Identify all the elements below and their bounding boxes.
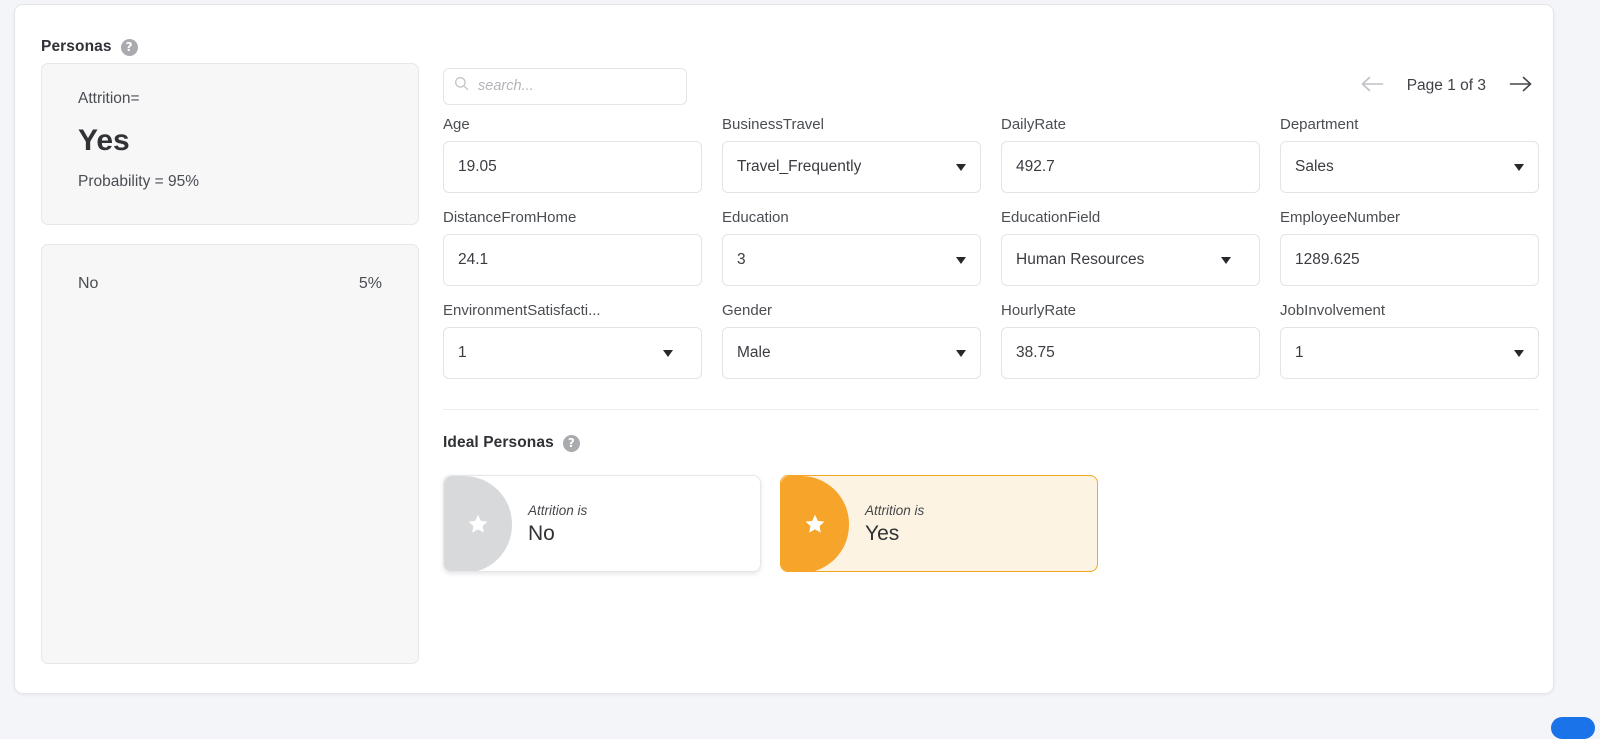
field-value: Male (737, 344, 771, 361)
arrow-left-icon[interactable] (1360, 75, 1385, 98)
persona-secondary-label: No (78, 275, 99, 292)
field-value: 3 (737, 251, 746, 268)
field-value: 1 (458, 344, 467, 361)
section-divider (443, 409, 1539, 410)
field-employeenumber: EmployeeNumber 1289.625 (1280, 209, 1539, 286)
field-hourlyrate: HourlyRate 38.75 (1001, 302, 1260, 379)
field-value: Sales (1295, 158, 1334, 175)
star-icon (805, 514, 825, 533)
ideal-personas-title: Ideal Personas (443, 434, 554, 451)
attribute-field-grid: Age 19.05 BusinessTravel Travel_Frequently D… (443, 116, 1539, 379)
field-input[interactable]: 24.1 (443, 234, 702, 286)
field-select[interactable]: 1 (1280, 327, 1539, 379)
field-dailyrate: DailyRate 492.7 (1001, 116, 1260, 193)
field-education: Education 3 (722, 209, 981, 286)
help-circle-icon[interactable]: ? (562, 434, 580, 452)
field-select[interactable]: 3 (722, 234, 981, 286)
ideal-persona-kicker: Attrition is (528, 503, 588, 518)
field-distancefromhome: DistanceFromHome 24.1 (443, 209, 702, 286)
ideal-persona-text: Attrition is Yes (865, 503, 924, 544)
page-title: Personas (41, 38, 112, 55)
persona-detail-column: Page 1 of 3 Age 19.05 BusinessTravel Travel… (443, 63, 1539, 572)
field-input[interactable]: 19.05 (443, 141, 702, 193)
chevron-down-icon (956, 349, 966, 357)
field-input[interactable]: 1289.625 (1280, 234, 1539, 286)
star-badge (781, 476, 849, 571)
field-label: Department (1280, 116, 1359, 133)
personas-section-header: Personas ? (41, 38, 138, 56)
persona-secondary-percent: 5% (358, 275, 382, 292)
field-select[interactable]: Travel_Frequently (722, 141, 981, 193)
search-input[interactable] (478, 78, 676, 94)
field-age: Age 19.05 (443, 116, 702, 193)
field-label: Gender (722, 302, 773, 319)
field-jobinvolvement: JobInvolvement 1 (1280, 302, 1539, 379)
persona-summary-column: Attrition= Yes Probability = 95% No 5% (41, 63, 419, 664)
field-value: 19.05 (458, 158, 497, 175)
arrow-right-icon[interactable] (1508, 75, 1533, 98)
field-label: DistanceFromHome (443, 209, 577, 226)
ideal-persona-value: Yes (865, 522, 900, 545)
ideal-persona-text: Attrition is No (528, 503, 587, 544)
field-educationfield: EducationField Human Resources (1001, 209, 1260, 286)
chevron-down-icon (1514, 163, 1524, 171)
chevron-down-icon (956, 256, 966, 264)
chevron-down-icon (663, 349, 673, 357)
ideal-personas-list: Attrition is No Attrition is Yes (443, 475, 1539, 572)
toolbar: Page 1 of 3 (443, 63, 1539, 109)
ideal-personas-section-header: Ideal Personas ? (443, 434, 1539, 452)
field-select[interactable]: Sales (1280, 141, 1539, 193)
field-value: 1 (1295, 344, 1304, 361)
field-value: 1289.625 (1295, 251, 1360, 268)
star-icon (468, 514, 488, 533)
field-department: Department Sales (1280, 116, 1539, 193)
persona-primary-card[interactable]: Attrition= Yes Probability = 95% (41, 63, 419, 225)
field-select[interactable]: Human Resources (1001, 234, 1260, 286)
field-input[interactable]: 38.75 (1001, 327, 1260, 379)
field-value: 38.75 (1016, 344, 1055, 361)
chevron-down-icon (1221, 256, 1231, 264)
field-label: Education (722, 209, 789, 226)
floating-widget-button[interactable] (1551, 717, 1595, 739)
help-circle-icon[interactable]: ? (120, 38, 138, 56)
field-label: EnvironmentSatisfacti... (443, 302, 601, 319)
field-label: Age (443, 116, 470, 133)
ideal-persona-kicker: Attrition is (865, 503, 925, 518)
field-select[interactable]: Male (722, 327, 981, 379)
persona-secondary-card[interactable]: No 5% (41, 244, 419, 664)
field-value: Travel_Frequently (737, 158, 862, 175)
persona-probability: Probability = 95% (78, 173, 200, 190)
field-businesstravel: BusinessTravel Travel_Frequently (722, 116, 981, 193)
field-label: EmployeeNumber (1280, 209, 1401, 226)
field-value: Human Resources (1016, 251, 1145, 268)
chevron-down-icon (956, 163, 966, 171)
field-value: 24.1 (458, 251, 489, 268)
persona-prefix-label: Attrition= (78, 90, 140, 107)
field-label: DailyRate (1001, 116, 1067, 133)
persona-value: Yes (78, 124, 130, 157)
field-label: BusinessTravel (722, 116, 824, 133)
chevron-down-icon (1514, 349, 1524, 357)
ideal-persona-value: No (528, 522, 555, 545)
field-label: EducationField (1001, 209, 1101, 226)
field-value: 492.7 (1016, 158, 1055, 175)
search-box[interactable] (443, 67, 687, 105)
ideal-persona-card[interactable]: Attrition is No (443, 475, 761, 572)
personas-panel: Personas ? Attrition= Yes Probability = … (14, 4, 1554, 694)
page-indicator: Page 1 of 3 (1406, 77, 1486, 94)
field-gender: Gender Male (722, 302, 981, 379)
star-badge (444, 476, 512, 571)
field-input[interactable]: 492.7 (1001, 141, 1260, 193)
field-label: JobInvolvement (1280, 302, 1386, 319)
pagination: Page 1 of 3 (1360, 75, 1539, 98)
ideal-persona-card[interactable]: Attrition is Yes (780, 475, 1098, 572)
field-select[interactable]: 1 (443, 327, 702, 379)
field-label: HourlyRate (1001, 302, 1077, 319)
search-icon (454, 76, 469, 96)
field-environmentsatisfacti: EnvironmentSatisfacti... 1 (443, 302, 702, 379)
